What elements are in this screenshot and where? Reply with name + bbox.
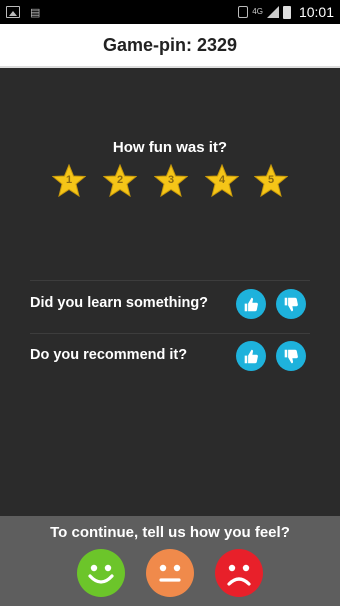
star-2-button[interactable]: 2	[103, 164, 137, 198]
star-number: 1	[65, 174, 73, 186]
star-number: 3	[167, 174, 175, 186]
star-1-button[interactable]: 1	[52, 164, 86, 198]
star-rating: 1 2 3 4 5	[52, 164, 292, 204]
network-type: 4G	[252, 7, 263, 16]
star-3-button[interactable]: 3	[154, 164, 188, 198]
feedback-bar: To continue, tell us how you feel?	[0, 516, 340, 606]
sad-face-button[interactable]	[215, 549, 263, 597]
recommend-question-label: Do you recommend it?	[30, 347, 188, 363]
page-title: Game-pin: 2329	[0, 24, 340, 68]
sad-face-icon	[215, 549, 263, 597]
image-icon	[6, 6, 20, 18]
thumbs-down-icon	[284, 349, 298, 363]
thumbs-up-icon	[244, 297, 258, 311]
learn-question-label: Did you learn something?	[30, 295, 209, 311]
thumbs-up-button[interactable]	[236, 341, 266, 371]
feedback-prompt: To continue, tell us how you feel?	[50, 524, 290, 541]
star-5-button[interactable]: 5	[254, 164, 288, 198]
battery-icon	[282, 5, 291, 19]
star-4-button[interactable]: 4	[205, 164, 239, 198]
divider	[30, 333, 310, 334]
thumbs-down-icon	[284, 297, 298, 311]
star-number: 4	[218, 174, 226, 186]
rating-question: How fun was it?	[112, 139, 228, 156]
status-time: 10:01	[298, 4, 334, 20]
star-number: 2	[116, 174, 124, 186]
thumbs-up-icon	[244, 349, 258, 363]
star-number: 5	[267, 174, 275, 186]
thumbs-down-button[interactable]	[276, 341, 306, 371]
thumbs-up-button[interactable]	[236, 289, 266, 319]
thumbs-down-button[interactable]	[276, 289, 306, 319]
neutral-face-icon	[146, 549, 194, 597]
happy-face-icon	[77, 549, 125, 597]
divider	[30, 280, 310, 281]
download-icon: ▤	[30, 6, 41, 19]
signal-icon	[266, 6, 279, 18]
vibrate-icon	[238, 6, 249, 18]
neutral-face-button[interactable]	[146, 549, 194, 597]
status-bar: ▤ 4G 10:01	[0, 0, 340, 24]
happy-face-button[interactable]	[77, 549, 125, 597]
